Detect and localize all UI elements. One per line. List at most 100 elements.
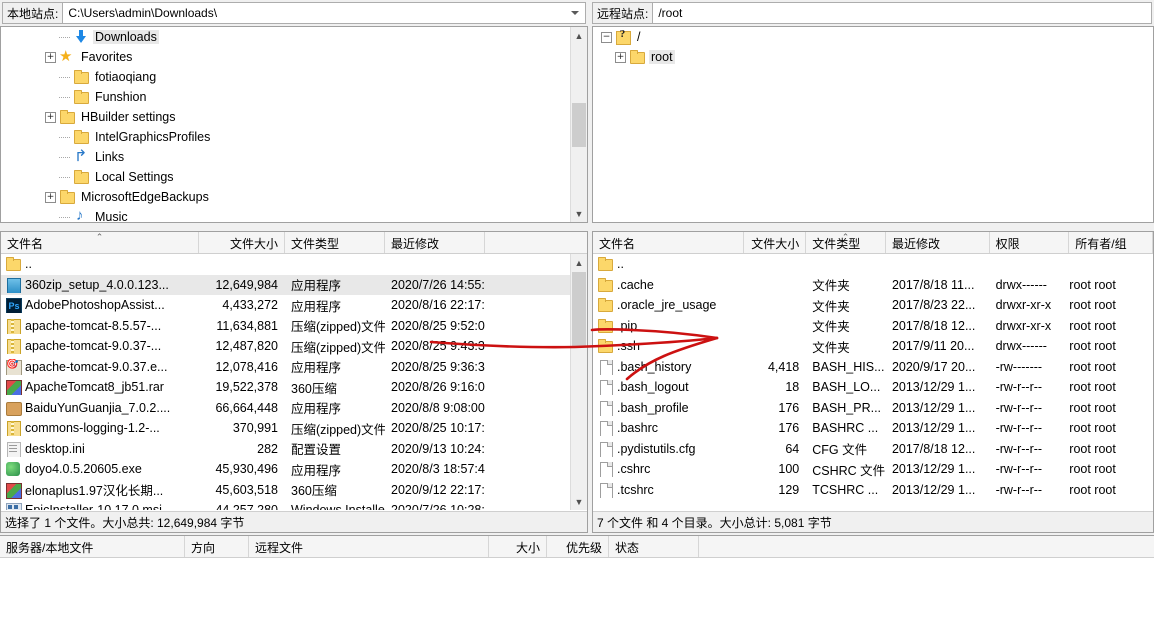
scroll-down-icon[interactable]: ▼ [571, 493, 587, 510]
file-name-label: .cshrc [617, 462, 651, 477]
tree-item-fotiaoqiang[interactable]: fotiaoqiang [1, 67, 570, 87]
column-header-0[interactable]: 文件名 [593, 232, 745, 253]
file-row[interactable]: 360zip_setup_4.0.0.123... 12,649,984 应用程序 2… [1, 274, 570, 295]
chevron-down-icon[interactable] [571, 11, 579, 15]
file-row[interactable]: .pip 文件夹 2017/8/18 12... drwxr-xr-x root roo… [593, 316, 1153, 337]
file-row[interactable]: apache-tomcat-9.0.37-... 12,487,820 压缩(zip… [1, 336, 570, 357]
tree-item--[interactable]: −/ [593, 27, 1153, 47]
file-name-cell: .cache [593, 277, 744, 293]
tree-item-music[interactable]: Music [1, 207, 570, 222]
queue-column-5[interactable]: 状态 [609, 536, 699, 557]
file-type-cell: 应用程序 [291, 402, 342, 417]
tree-item-local-settings[interactable]: Local Settings [1, 167, 570, 187]
queue-column-2[interactable]: 远程文件 [249, 536, 489, 557]
file-row[interactable]: BaiduYunGuanjia_7.0.2.... 66,664,448 应用程序 2… [1, 398, 570, 419]
scrollbar-thumb[interactable] [572, 103, 586, 147]
expand-icon[interactable]: + [45, 51, 56, 63]
file-row[interactable]: apache-tomcat-8.5.57-... 11,634,881 压缩(zip… [1, 316, 570, 337]
column-header-5[interactable]: 所有者/组 [1069, 232, 1153, 253]
tree-item-microsoftedgebackups[interactable]: + MicrosoftEdgeBackups [1, 187, 570, 207]
file-row[interactable]: .bash_logout 18 BASH_LO... 2013/12/29 1... -… [593, 377, 1153, 398]
file-row[interactable]: apache-tomcat-9.0.37.e... 12,078,416 应用程序 2… [1, 357, 570, 378]
file-modified-cell: 2020/8/26 9:16:04 [391, 380, 485, 395]
column-header-1[interactable]: 文件大小 [199, 232, 285, 253]
file-row[interactable]: commons-logging-1.2-... 370,991 压缩(zipped)… [1, 418, 570, 439]
tree-item-intelgraphicsprofiles[interactable]: IntelGraphicsProfiles [1, 127, 570, 147]
file-row[interactable]: .cache 文件夹 2017/8/18 11... drwx------ root r… [593, 275, 1153, 296]
file-row[interactable]: .bash_history 4,418 BASH_HIS... 2020/9/17 2… [593, 357, 1153, 378]
column-header-2[interactable]: 文件类型 ⌃ [806, 232, 886, 253]
queue-column-1[interactable]: 方向 [185, 536, 249, 557]
local-site-input[interactable]: C:\Users\admin\Downloads\ [62, 2, 586, 24]
collapse-icon[interactable]: − [601, 31, 612, 43]
file-modified-cell: 2017/8/18 11... [891, 277, 975, 292]
file-modified-cell: 2017/8/18 12... [891, 318, 976, 333]
tree-item-links[interactable]: Links [1, 147, 570, 167]
queue-column-4[interactable]: 优先级 [547, 536, 609, 557]
local-file-list[interactable]: 文件名 ⌃ 文件大小 文件类型 最近修改 .. 360zip_setup_4.0.0.12… [0, 231, 588, 533]
file-row[interactable]: ApacheTomcat8_jb51.rar 19,522,378 360压缩 202… [1, 377, 570, 398]
file-name-label: apache-tomcat-8.5.57-... [25, 318, 162, 333]
queue-body[interactable] [0, 558, 1154, 643]
expand-icon[interactable]: + [45, 191, 56, 203]
download-icon [73, 29, 89, 45]
remote-site-input[interactable]: /root [652, 2, 1152, 24]
column-header-4[interactable]: 权限 [990, 232, 1070, 253]
file-row[interactable]: .oracle_jre_usage 文件夹 2017/8/23 22... drwxr… [593, 295, 1153, 316]
column-header-3[interactable]: 最近修改 [886, 232, 990, 253]
baidu-icon [5, 400, 22, 416]
file-row[interactable]: .bashrc 176 BASHRC ... 2013/12/29 1... -rw-r… [593, 418, 1153, 439]
file-type-cell: 压缩(zipped)文件夹 [291, 340, 385, 355]
file-name-cell: .bash_profile [593, 400, 744, 416]
remote-directory-tree[interactable]: −/+root [592, 26, 1154, 223]
file-row[interactable]: AdobePhotoshopAssist... 4,433,272 应用程序 2020… [1, 295, 570, 316]
file-row[interactable]: .. [593, 254, 1153, 275]
file-type-cell: 文件夹 [812, 279, 850, 294]
expand-icon[interactable]: + [615, 51, 626, 63]
scroll-up-icon[interactable]: ▲ [571, 254, 587, 271]
file-name-cell: ApacheTomcat8_jb51.rar [1, 379, 199, 396]
file-name-cell: AdobePhotoshopAssist... [1, 297, 199, 314]
scrollbar-thumb[interactable] [572, 272, 586, 346]
file-row[interactable]: elonaplus1.97汉化长期... 45,603,518 360压缩 2020/… [1, 480, 570, 501]
tree-item-funshion[interactable]: Funshion [1, 87, 570, 107]
file-row[interactable]: .tcshrc 129 TCSHRC ... 2013/12/29 1... -rw-r… [593, 480, 1153, 501]
file-row[interactable]: doyo4.0.5.20605.exe 45,930,496 应用程序 2020/8/… [1, 459, 570, 480]
local-directory-tree[interactable]: Downloads + Favorites fotiaoqiang Funshion + H… [0, 26, 588, 223]
transfer-queue[interactable]: 服务器/本地文件 方向 远程文件 大小 优先级 状态 [0, 535, 1154, 643]
file-row[interactable]: desktop.ini 282 配置设置 2020/9/13 10:24:... [1, 439, 570, 460]
file-type-cell: Windows Installe... [285, 503, 385, 510]
file-row[interactable]: EpicInstaller-10.17.0.msi 44,257,280Windo… [1, 500, 570, 510]
file-row[interactable]: .cshrc 100 CSHRC 文件 2013/12/29 1... -rw-r--r… [593, 459, 1153, 480]
queue-column-0[interactable]: 服务器/本地文件 [0, 536, 185, 557]
tree-connector [59, 136, 70, 138]
ini-icon [5, 441, 21, 457]
expand-icon[interactable]: + [45, 111, 56, 123]
scroll-up-icon[interactable]: ▲ [571, 27, 587, 44]
column-header-1[interactable]: 文件大小 [744, 232, 807, 253]
local-tree-scrollbar[interactable]: ▲ ▼ [570, 27, 587, 222]
queue-column-3[interactable]: 大小 [489, 536, 547, 557]
column-header-0[interactable]: 文件名 ⌃ [1, 232, 199, 253]
msi-icon [5, 502, 22, 510]
file-type-cell: BASHRC ... [812, 421, 879, 436]
unknown-folder-icon [615, 28, 631, 45]
local-list-scrollbar[interactable]: ▲ ▼ [570, 254, 587, 510]
column-header-3[interactable]: 最近修改 [385, 232, 485, 253]
file-type-cell: 文件夹 [812, 340, 850, 355]
file-owner-cell: root root [1069, 298, 1116, 313]
file-name-label: doyo4.0.5.20605.exe [25, 462, 142, 477]
file-type-cell: 360压缩 [291, 381, 337, 396]
tree-item-root[interactable]: + root [593, 47, 1153, 67]
column-header-2[interactable]: 文件类型 [285, 232, 385, 253]
file-row[interactable]: .. [1, 254, 570, 275]
tree-item-downloads[interactable]: Downloads [1, 27, 570, 47]
tree-item-favorites[interactable]: + Favorites [1, 47, 570, 67]
tree-item-label: HBuilder settings [81, 110, 176, 124]
file-row[interactable]: .pydistutils.cfg 64 CFG 文件 2017/8/18 12... -… [593, 439, 1153, 460]
remote-file-list[interactable]: 文件名 文件大小 文件类型 ⌃ 最近修改 权限 所有者/组 .. .cache 文件夹 2017/… [592, 231, 1154, 533]
file-row[interactable]: .bash_profile 176 BASH_PR... 2013/12/29 1..… [593, 398, 1153, 419]
scroll-down-icon[interactable]: ▼ [571, 205, 587, 222]
tree-item-hbuilder-settings[interactable]: + HBuilder settings [1, 107, 570, 127]
file-row[interactable]: .ssh 文件夹 2017/9/11 20... drwx------ root roo… [593, 336, 1153, 357]
